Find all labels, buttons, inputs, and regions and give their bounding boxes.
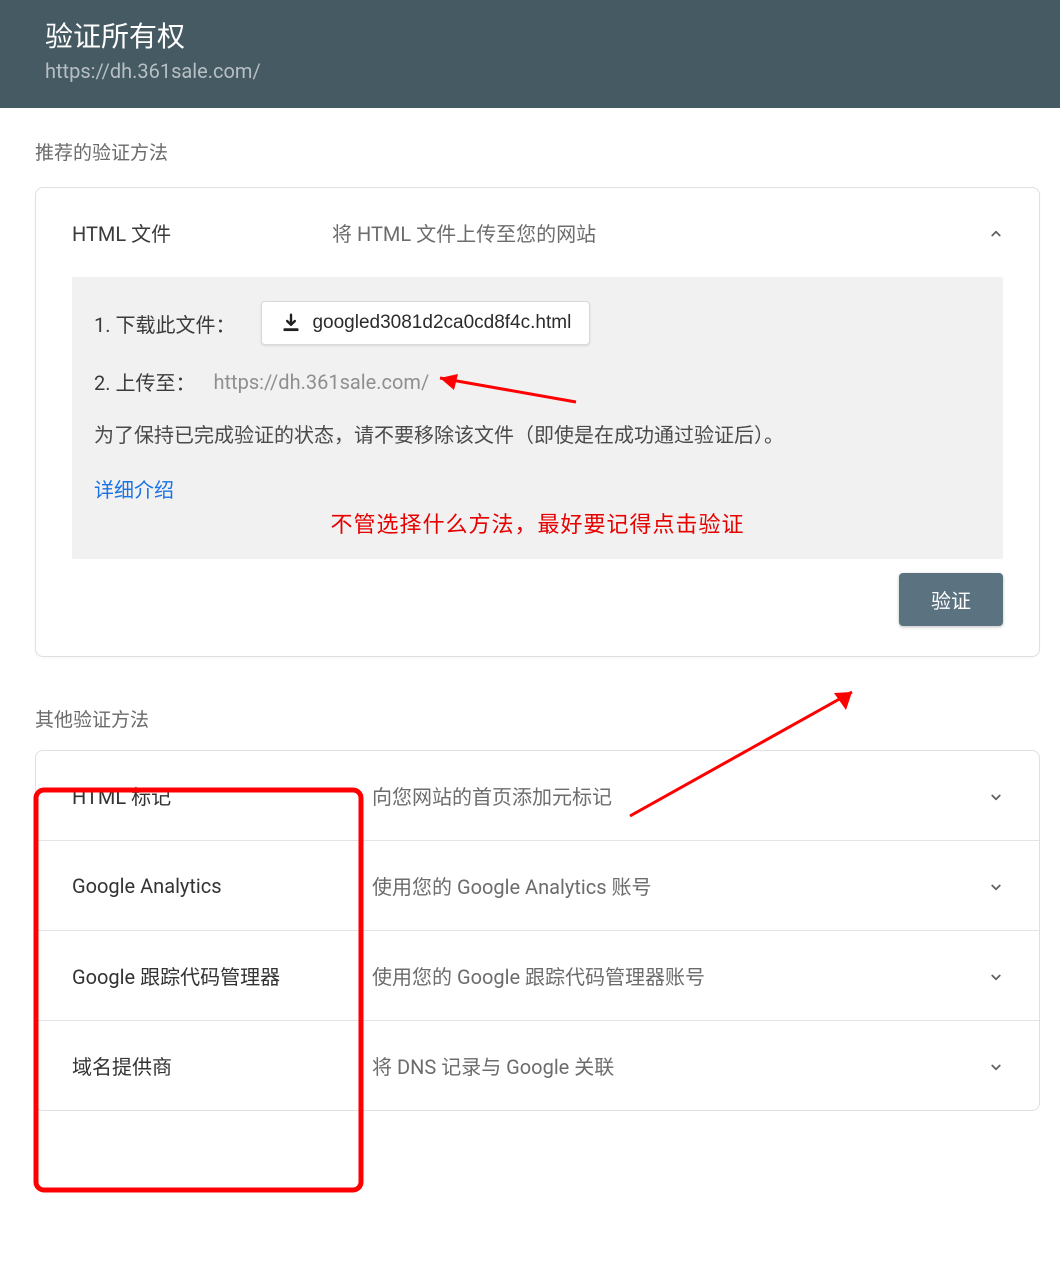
other-method-domain-provider[interactable]: 域名提供商 将 DNS 记录与 Google 关联 (36, 1021, 1039, 1110)
keep-file-notice: 为了保持已完成验证的状态，请不要移除该文件（即使是在成功通过验证后）。 (94, 418, 981, 452)
other-method-tag-manager[interactable]: Google 跟踪代码管理器 使用您的 Google 跟踪代码管理器账号 (36, 931, 1039, 1021)
step-2-row: 2. 上传至： https://dh.361sale.com/ (94, 367, 981, 396)
other-method-title: Google Analytics (72, 874, 372, 898)
chevron-down-icon[interactable] (987, 968, 1003, 984)
upload-url: https://dh.361sale.com/ (213, 370, 429, 394)
other-method-title: 域名提供商 (72, 1051, 372, 1080)
download-filename: googled3081d2ca0cd8f4c.html (312, 312, 571, 334)
page-title: 验证所有权 (45, 15, 1025, 55)
other-methods-card: HTML 标记 向您网站的首页添加元标记 Google Analytics 使用… (35, 750, 1040, 1111)
method-title: HTML 文件 (72, 218, 332, 247)
detail-link[interactable]: 详细介绍 (94, 478, 174, 502)
other-method-desc: 使用您的 Google 跟踪代码管理器账号 (372, 961, 987, 990)
method-subtitle: 将 HTML 文件上传至您的网站 (332, 218, 987, 247)
download-icon (280, 312, 302, 334)
other-section-label: 其他验证方法 (35, 705, 1040, 732)
other-method-desc: 向您网站的首页添加元标记 (372, 781, 987, 810)
other-method-title: HTML 标记 (72, 781, 372, 810)
chevron-down-icon[interactable] (987, 1058, 1003, 1074)
chevron-down-icon[interactable] (987, 788, 1003, 804)
other-method-desc: 将 DNS 记录与 Google 关联 (372, 1051, 987, 1080)
page-header: 验证所有权 https://dh.361sale.com/ (0, 0, 1060, 108)
chevron-down-icon[interactable] (987, 878, 1003, 894)
step-1-label: 1. 下载此文件： (94, 309, 235, 338)
instruction-box: 1. 下载此文件： googled3081d2ca0cd8f4c.html 2.… (72, 277, 1003, 559)
verify-button[interactable]: 验证 (899, 573, 1003, 626)
other-method-google-analytics[interactable]: Google Analytics 使用您的 Google Analytics 账… (36, 841, 1039, 931)
other-method-desc: 使用您的 Google Analytics 账号 (372, 871, 987, 900)
other-method-html-tag[interactable]: HTML 标记 向您网站的首页添加元标记 (36, 751, 1039, 841)
recommended-method-card: HTML 文件 将 HTML 文件上传至您的网站 1. 下载此文件： googl… (35, 187, 1040, 657)
download-file-button[interactable]: googled3081d2ca0cd8f4c.html (261, 301, 590, 345)
method-header-row[interactable]: HTML 文件 将 HTML 文件上传至您的网站 (72, 218, 1003, 247)
recommended-section-label: 推荐的验证方法 (35, 138, 1040, 165)
page-url: https://dh.361sale.com/ (45, 59, 1025, 83)
chevron-up-icon[interactable] (987, 225, 1003, 241)
annotation-reminder-text: 不管选择什么方法，最好要记得点击验证 (94, 507, 981, 539)
step-2-label: 2. 上传至： (94, 367, 195, 396)
other-method-title: Google 跟踪代码管理器 (72, 961, 372, 990)
step-1-row: 1. 下载此文件： googled3081d2ca0cd8f4c.html (94, 301, 981, 345)
